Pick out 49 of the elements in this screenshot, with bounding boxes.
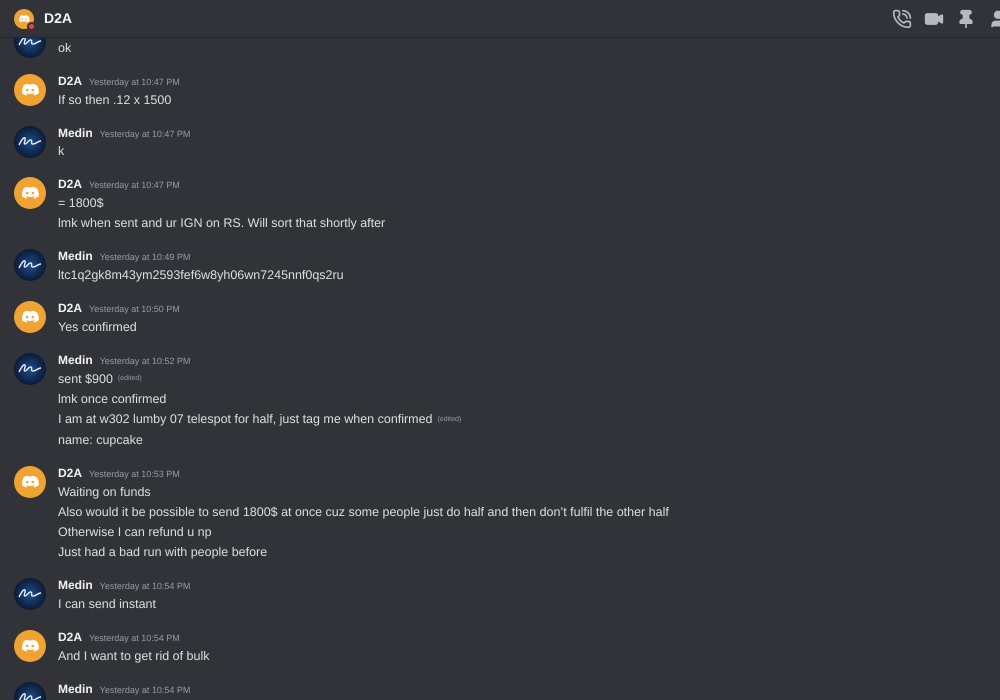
timestamp: Yesterday at 10:49 PM xyxy=(100,251,190,264)
avatar xyxy=(14,301,46,334)
message-text: name: cupcake xyxy=(58,432,143,449)
author-name[interactable]: Medin xyxy=(58,124,93,142)
message-text: Yes confirmed xyxy=(58,319,137,336)
timestamp: Yesterday at 10:47 PM xyxy=(100,128,190,141)
timestamp: Yesterday at 10:54 PM xyxy=(100,684,190,698)
author-name[interactable]: D2A xyxy=(58,628,82,646)
author-name[interactable]: Medin xyxy=(58,680,93,698)
message-text: And I want to get rid of bulk xyxy=(58,648,210,666)
avatar xyxy=(14,466,46,498)
message-text: k xyxy=(58,143,64,160)
author-name[interactable]: D2A xyxy=(58,72,82,90)
author-name[interactable]: D2A xyxy=(58,299,82,318)
message-text: If so then .12 x 1500 xyxy=(58,92,172,109)
timestamp: Yesterday at 10:47 PM xyxy=(89,76,180,89)
timestamp: Yesterday at 10:50 PM xyxy=(89,303,180,316)
timestamp: Yesterday at 10:47 PM xyxy=(89,179,180,192)
message-text: = 1800$ xyxy=(58,195,104,212)
timestamp: Yesterday at 10:53 PM xyxy=(89,468,180,481)
avatar xyxy=(14,353,46,386)
author-name[interactable]: Medin xyxy=(58,576,93,594)
author-name[interactable]: D2A xyxy=(58,464,82,482)
timestamp: Yesterday at 10:54 PM xyxy=(100,580,190,594)
author-name[interactable]: D2A xyxy=(58,175,82,194)
channel-title: D2A xyxy=(44,9,72,28)
message-text: Otherwise I can refund u np xyxy=(58,524,212,542)
avatar xyxy=(14,126,46,158)
message-text: sent $900 xyxy=(58,370,113,388)
message-text: I am at w302 lumby 07 telespot for half, just tag me when confirmed xyxy=(58,411,432,428)
author-name[interactable]: Medin xyxy=(58,351,93,370)
message-text: lmk once confirmed xyxy=(58,391,166,408)
avatar xyxy=(14,177,46,210)
message-text: ltc1q2gk8m43ym2593fef6w8yh06wn7245nnf0qs2ru xyxy=(58,267,344,284)
timestamp: Yesterday at 10:54 PM xyxy=(89,632,180,646)
timestamp: Yesterday at 10:52 PM xyxy=(100,355,190,368)
avatar xyxy=(14,8,34,28)
message-text: I can send instant xyxy=(58,596,156,614)
avatar xyxy=(14,74,46,106)
message-text: ok xyxy=(58,40,72,57)
avatar xyxy=(14,630,46,662)
message-text: Also would it be possible to send 1800$ at once cuz some people just do half and then don’t fulfil the other half xyxy=(58,504,669,521)
message-text: Waiting on funds xyxy=(58,484,151,501)
avatar xyxy=(14,578,46,610)
call-icon[interactable] xyxy=(892,8,912,28)
message-text: lmk when sent and ur IGN on RS. Will sort that shortly after xyxy=(58,215,386,232)
avatar xyxy=(14,249,46,282)
message-text: Just had a bad run with people before xyxy=(58,544,268,562)
author-name[interactable]: Medin xyxy=(58,247,93,266)
